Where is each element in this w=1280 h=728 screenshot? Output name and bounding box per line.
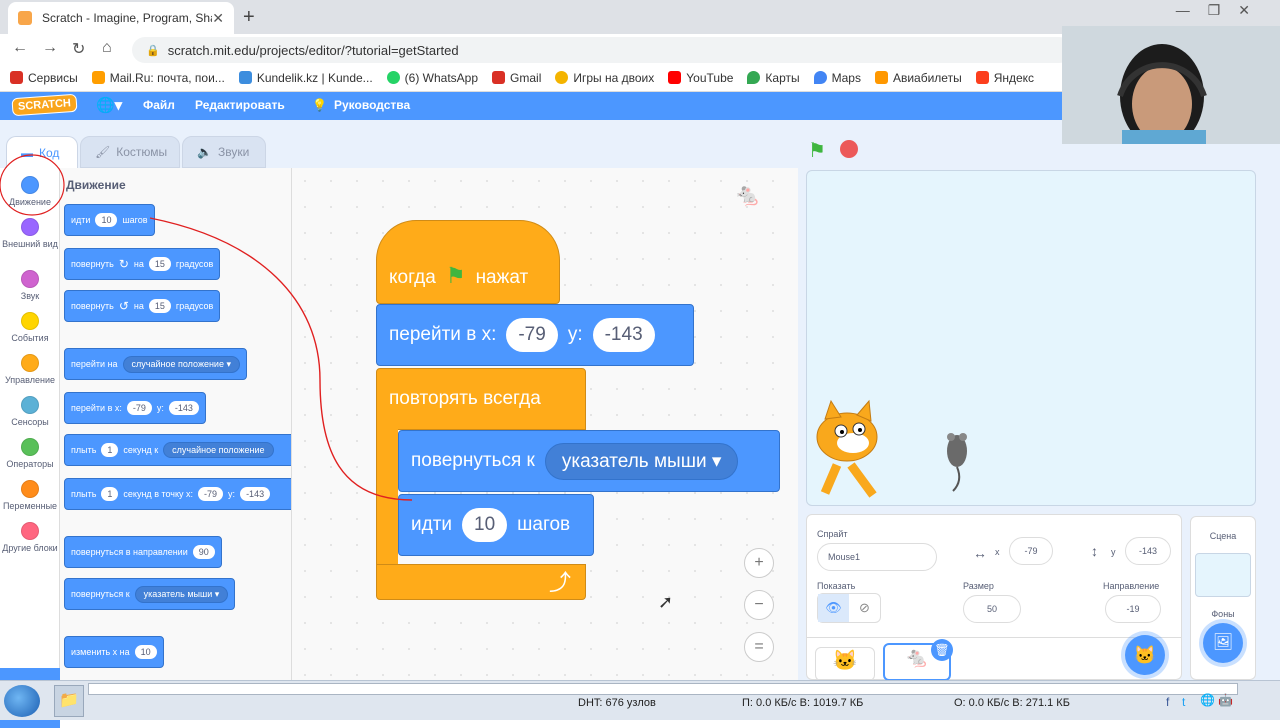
direction-input[interactable]: -19 — [1105, 595, 1161, 623]
bookmark-item[interactable]: Авиабилеты — [874, 70, 962, 85]
android-icon[interactable]: 🤖 — [1218, 693, 1233, 707]
webcam-overlay — [1062, 26, 1280, 144]
sprite-ghost-mouse-icon: 🐁 — [734, 182, 762, 207]
scene-pane: Сцена Фоны 🖼 — [1190, 516, 1256, 680]
mouse-sprite — [947, 433, 967, 492]
bookmark-item[interactable]: Maps — [813, 70, 861, 85]
block-text: изменить х на — [71, 647, 130, 657]
windows-start-button[interactable] — [4, 685, 40, 717]
script-workspace[interactable]: 🐁 когда ⚑ нажат перейти в x: -79 y: -143… — [0, 154, 798, 680]
block-input[interactable]: 10 — [134, 645, 157, 659]
airplane-icon — [874, 71, 888, 84]
bookmark-label: Карты — [765, 70, 800, 85]
yandex-icon — [975, 71, 989, 84]
globe-icon[interactable]: 🌐 — [1200, 693, 1215, 707]
backdrop-thumbnail[interactable] — [1195, 553, 1251, 597]
green-flag-icon[interactable]: ⚑ — [808, 138, 826, 163]
twitter-icon[interactable]: t — [1182, 695, 1185, 709]
dht-status: DHT: 676 узлов — [578, 697, 656, 709]
status-bar-strip — [88, 683, 1238, 695]
cat-sprite — [816, 399, 878, 498]
block-change-x[interactable]: изменить х на 10 — [64, 636, 164, 668]
upload-status: О: 0.0 КБ/с В: 271.1 КБ — [954, 697, 1070, 709]
stop-icon[interactable] — [840, 140, 858, 158]
stage[interactable] — [806, 170, 1256, 506]
zoom-in-button[interactable]: + — [744, 548, 774, 578]
windows-taskbar: 📁 DHT: 676 узлов П: 0.0 КБ/с В: 1019.7 К… — [0, 680, 1280, 720]
sprite-thumb-cat[interactable]: 🐱 — [815, 647, 875, 681]
divider — [807, 637, 1181, 638]
stage-canvas — [816, 399, 967, 498]
minimize-icon[interactable]: — — [1176, 2, 1190, 19]
facebook-icon[interactable]: f — [1166, 695, 1169, 709]
visibility-toggle: 👁 ⊘ — [817, 593, 881, 623]
mouse-pointer-icon: ➚ — [658, 592, 674, 612]
download-status: П: 0.0 КБ/с В: 1019.7 КБ — [742, 697, 864, 709]
add-backdrop-button[interactable]: 🖼 — [1203, 623, 1243, 663]
maximize-icon[interactable]: ❐ — [1208, 2, 1221, 19]
zoom-reset-button[interactable]: = — [744, 632, 774, 662]
sprite-name-input[interactable]: Mouse1 — [817, 543, 937, 571]
size-input[interactable]: 50 — [963, 595, 1021, 623]
backdrops-label: Фоны — [1211, 609, 1235, 619]
webcam-feed — [1062, 26, 1280, 144]
zoom-out-button[interactable]: − — [744, 590, 774, 620]
y-label: y — [1111, 547, 1116, 557]
bookmark-item[interactable]: Яндекс — [975, 70, 1035, 85]
maps-pin-icon — [747, 71, 761, 84]
bookmark-label: Maps — [831, 70, 861, 85]
file-manager-icon[interactable]: 📁 — [54, 685, 84, 717]
hide-eye-icon[interactable]: ⊘ — [849, 594, 880, 622]
annotation-curve — [0, 154, 413, 501]
x-position-input[interactable]: -79 — [1009, 537, 1053, 565]
window-controls: — ❐ ✕ — [1176, 2, 1250, 19]
sprite-info-pane: Спрайт Mouse1 ↔ x -79 ↕ y -143 Показать … — [806, 514, 1182, 681]
x-label: x — [995, 547, 1000, 557]
maps-pin-icon — [813, 71, 827, 84]
bookmark-label: Яндекс — [993, 70, 1035, 85]
show-eye-icon[interactable]: 👁 — [818, 594, 849, 622]
scene-title: Сцена — [1209, 531, 1237, 541]
size-label: Размер — [963, 581, 994, 591]
y-position-input[interactable]: -143 — [1125, 537, 1171, 565]
x-arrows-icon: ↔ — [973, 545, 987, 561]
add-sprite-button[interactable]: 🐱 — [1125, 635, 1165, 675]
close-window-icon[interactable]: ✕ — [1238, 2, 1250, 19]
sprite-label: Спрайт — [817, 529, 848, 539]
y-arrows-icon: ↕ — [1091, 543, 1098, 559]
show-label: Показать — [817, 581, 856, 591]
bookmark-item[interactable]: Карты — [747, 70, 800, 85]
direction-label: Направление — [1103, 581, 1160, 591]
delete-sprite-icon[interactable]: 🗑 — [931, 639, 953, 661]
bookmark-label: Авиабилеты — [892, 70, 962, 85]
